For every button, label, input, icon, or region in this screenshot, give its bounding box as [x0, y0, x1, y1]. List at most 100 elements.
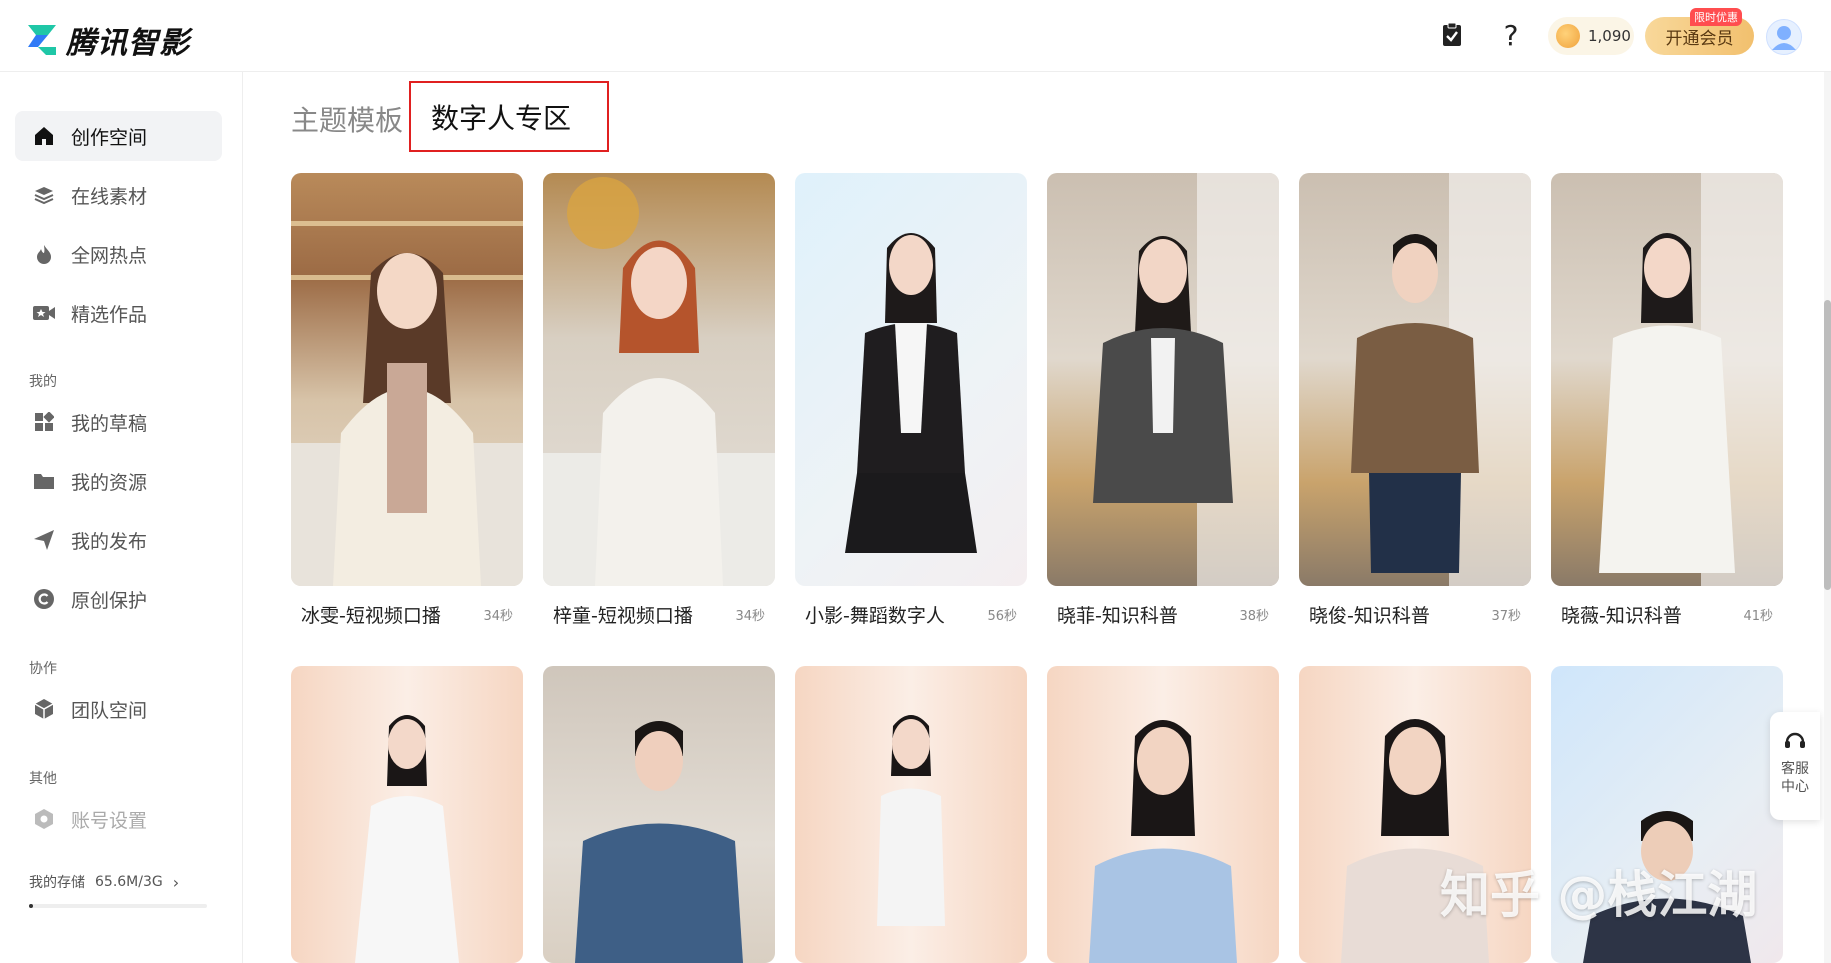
template-thumbnail — [1047, 173, 1279, 586]
user-avatar[interactable] — [1766, 19, 1802, 55]
sidebar-item-featured-works[interactable]: 精选作品 — [15, 288, 222, 338]
tab-theme-templates[interactable]: 主题模板 — [291, 99, 403, 139]
template-duration: 37秒 — [1491, 609, 1521, 624]
app-name: 腾讯智影 — [66, 26, 190, 61]
storage-value: 65.6M/3G — [95, 874, 163, 890]
presenter-figure — [1351, 173, 1531, 586]
template-name: 小影-舞蹈数字人 — [805, 605, 945, 627]
grid-icon — [31, 409, 57, 435]
headset-icon — [1785, 732, 1805, 748]
sidebar-item-team-space[interactable]: 团队空间 — [15, 684, 222, 734]
sidebar-item-my-publishing[interactable]: 我的发布 — [15, 515, 222, 565]
template-thumbnail — [1047, 666, 1279, 963]
template-card[interactable] — [795, 666, 1027, 963]
template-thumbnail — [543, 173, 775, 586]
page-scrollbar[interactable] — [1824, 72, 1831, 963]
sidebar-item-creation-space[interactable]: 创作空间 — [15, 111, 222, 161]
category-tabs: 主题模板 — [291, 99, 403, 139]
sidebar-item-label: 我的资源 — [71, 471, 148, 494]
sidebar-item-label: 我的发布 — [71, 530, 148, 553]
template-duration: 41秒 — [1743, 609, 1773, 624]
template-duration: 38秒 — [1239, 609, 1269, 624]
template-card[interactable] — [1047, 666, 1279, 963]
sidebar-item-my-drafts[interactable]: 我的草稿 — [15, 397, 222, 447]
template-card[interactable]: 梓童-短视频口播 34秒 — [543, 173, 775, 627]
storage-progress-bar — [29, 904, 207, 908]
template-name: 冰雯-短视频口播 — [301, 605, 441, 627]
presenter-figure — [1093, 173, 1279, 586]
video-star-icon — [31, 300, 57, 326]
folder-icon — [31, 468, 57, 494]
template-duration: 34秒 — [483, 609, 513, 624]
presenter-figure — [1089, 720, 1237, 963]
help-icon[interactable]: ? — [1496, 19, 1526, 52]
customer-service-label: 客服中心 — [1781, 761, 1809, 795]
template-thumbnail — [1551, 173, 1783, 586]
presenter-figure — [291, 221, 523, 586]
sidebar-item-label: 精选作品 — [71, 303, 148, 326]
section-title-mine: 我的 — [29, 374, 57, 390]
template-card[interactable]: 小影-舞蹈数字人 56秒 — [795, 173, 1027, 627]
template-card[interactable] — [543, 666, 775, 963]
template-name: 晓俊-知识科普 — [1309, 605, 1430, 627]
sidebar-item-label: 原创保护 — [71, 589, 148, 612]
presenter-figure — [845, 233, 977, 553]
section-title-collab: 协作 — [29, 661, 57, 677]
clipboard-check-icon[interactable] — [1437, 20, 1467, 50]
template-thumbnail — [1299, 173, 1531, 586]
sidebar-item-label: 创作空间 — [71, 126, 148, 149]
top-bar: 腾讯智影 ? 1,090 开通会员 限时优惠 — [0, 0, 1831, 72]
sidebar-item-account-settings[interactable]: 账号设置 — [15, 794, 222, 844]
presenter-figure — [877, 715, 945, 926]
template-thumbnail — [795, 666, 1027, 963]
template-duration: 56秒 — [987, 609, 1017, 624]
coin-icon — [1556, 24, 1580, 48]
template-thumbnail — [291, 666, 523, 963]
customer-service-button[interactable]: 客服中心 — [1770, 712, 1820, 820]
sidebar-item-online-assets[interactable]: 在线素材 — [15, 170, 222, 220]
template-name: 晓菲-知识科普 — [1057, 605, 1178, 627]
home-icon — [31, 123, 57, 149]
sidebar: 创作空间 在线素材 全网热点 精选作品 我的 我的草稿 我的资源 我的发布 原创… — [0, 72, 243, 963]
watermark: 知乎 @栈江湖 — [1440, 866, 1758, 924]
user-icon — [1772, 26, 1796, 50]
presenter-figure — [1599, 173, 1783, 586]
tab-digital-human[interactable]: 数字人专区 — [409, 81, 609, 152]
storage-label: 我的存储 — [29, 875, 85, 891]
template-duration: 34秒 — [735, 609, 765, 624]
template-thumbnail — [543, 666, 775, 963]
tab-digital-human-label: 数字人专区 — [431, 101, 572, 135]
presenter-figure — [355, 715, 459, 963]
copyright-icon — [31, 586, 57, 612]
template-thumbnail — [795, 173, 1027, 586]
template-name: 晓薇-知识科普 — [1561, 605, 1682, 627]
vip-promo-badge: 限时优惠 — [1690, 8, 1742, 26]
sidebar-item-label: 团队空间 — [71, 699, 148, 722]
hexagon-settings-icon — [31, 806, 57, 832]
coin-value: 1,090 — [1588, 27, 1631, 45]
sidebar-item-label: 全网热点 — [71, 244, 148, 267]
template-card[interactable]: 晓俊-知识科普 37秒 — [1299, 173, 1531, 627]
section-title-other: 其他 — [29, 771, 57, 787]
cube-icon — [31, 696, 57, 722]
storage-info[interactable]: 我的存储 65.6M/3G › — [29, 872, 179, 892]
chevron-right-icon: › — [172, 872, 180, 892]
storage-progress-fill — [29, 904, 33, 908]
app-logo[interactable]: 腾讯智影 — [26, 18, 190, 62]
sidebar-item-original-protection[interactable]: 原创保护 — [15, 574, 222, 624]
layers-icon — [31, 182, 57, 208]
scrollbar-thumb[interactable] — [1824, 300, 1831, 590]
vip-label: 开通会员 — [1665, 28, 1734, 49]
send-icon — [31, 527, 57, 553]
template-card[interactable]: 晓菲-知识科普 38秒 — [1047, 173, 1279, 627]
template-card[interactable]: 晓薇-知识科普 41秒 — [1551, 173, 1783, 627]
coin-balance[interactable]: 1,090 — [1548, 17, 1634, 55]
presenter-figure — [543, 177, 775, 586]
sidebar-item-my-resources[interactable]: 我的资源 — [15, 456, 222, 506]
sidebar-item-hot-topics[interactable]: 全网热点 — [15, 229, 222, 279]
logo-icon — [28, 25, 56, 55]
sidebar-item-label: 我的草稿 — [71, 412, 148, 435]
template-card[interactable] — [291, 666, 523, 963]
template-card[interactable]: 冰雯-短视频口播 34秒 — [291, 173, 523, 627]
flame-icon — [31, 241, 57, 267]
